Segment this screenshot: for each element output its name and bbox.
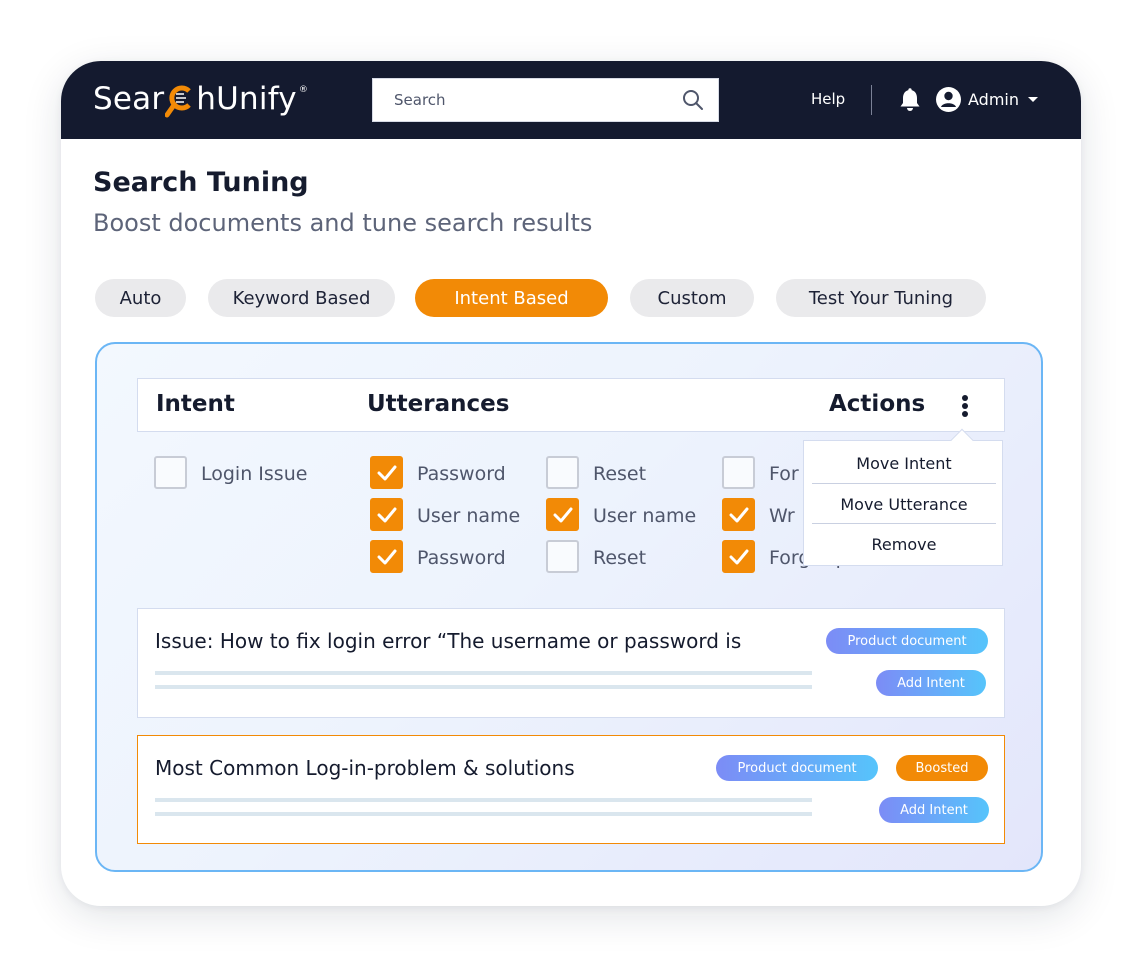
logo-text-start: Sear xyxy=(93,81,165,117)
user-menu[interactable]: Admin xyxy=(936,87,1038,112)
utterance-checkbox[interactable] xyxy=(370,456,403,489)
utterance-label: User name xyxy=(417,505,521,527)
checkmark-icon xyxy=(377,507,397,523)
utterance-label: Reset xyxy=(593,463,647,485)
more-actions-icon[interactable] xyxy=(958,393,972,419)
tag-product-document: Product document xyxy=(716,755,878,781)
text-placeholder-line xyxy=(155,798,812,802)
utterance-label: Wr xyxy=(769,505,795,527)
top-navigation-bar: Sear hUnify ® Search Help Admin xyxy=(61,61,1081,139)
actions-dropdown-menu: Move Intent Move Utterance Remove xyxy=(803,428,1003,566)
add-intent-button[interactable]: Add Intent xyxy=(879,797,989,823)
utterance-label: Reset xyxy=(593,547,647,569)
utterance-label: User name xyxy=(593,505,697,527)
add-intent-button[interactable]: Add Intent xyxy=(876,670,986,696)
utterance-checkbox[interactable] xyxy=(546,540,579,573)
checkmark-icon xyxy=(377,549,397,565)
tab-test-your-tuning[interactable]: Test Your Tuning xyxy=(776,279,986,317)
chevron-down-icon xyxy=(1028,97,1038,102)
checkmark-icon xyxy=(377,465,397,481)
utterance-label: Password xyxy=(417,547,506,569)
text-placeholder-line xyxy=(155,671,812,675)
user-name: Admin xyxy=(968,90,1019,109)
tag-product-document: Product document xyxy=(826,628,988,654)
result-title[interactable]: Issue: How to fix login error “The usern… xyxy=(155,629,741,653)
utterance-checkbox[interactable] xyxy=(370,498,403,531)
user-circle-icon xyxy=(936,87,961,112)
utterance-checkbox[interactable] xyxy=(370,540,403,573)
text-placeholder-line xyxy=(155,812,812,816)
menu-item-move-intent[interactable]: Move Intent xyxy=(812,443,996,483)
logo-text-end: hUnify xyxy=(196,81,297,117)
utterance-checkbox[interactable] xyxy=(722,498,755,531)
column-header-intent: Intent xyxy=(156,391,235,417)
page-title: Search Tuning xyxy=(93,167,309,198)
tab-auto[interactable]: Auto xyxy=(95,279,186,317)
checkmark-icon xyxy=(729,549,749,565)
intent-checkbox[interactable] xyxy=(154,456,187,489)
column-header-utterances: Utterances xyxy=(367,391,510,417)
menu-item-remove[interactable]: Remove xyxy=(812,524,996,564)
utterance-checkbox[interactable] xyxy=(722,540,755,573)
search-input[interactable]: Search xyxy=(372,78,719,122)
help-link[interactable]: Help xyxy=(811,90,845,108)
utterance-checkbox[interactable] xyxy=(546,498,579,531)
app-window: Sear hUnify ® Search Help Admin Search T… xyxy=(61,61,1081,906)
utterance-label: For xyxy=(769,463,799,485)
result-card[interactable]: Issue: How to fix login error “The usern… xyxy=(137,608,1005,718)
checkmark-icon xyxy=(729,507,749,523)
searchunify-logo[interactable]: Sear hUnify ® xyxy=(93,79,308,119)
boosted-badge: Boosted xyxy=(896,755,988,781)
page-subtitle: Boost documents and tune search results xyxy=(93,209,593,237)
tab-custom[interactable]: Custom xyxy=(630,279,754,317)
result-card-boosted[interactable]: Most Common Log-in-problem & solutions P… xyxy=(137,735,1005,844)
column-header-actions: Actions xyxy=(829,391,926,417)
header-divider xyxy=(871,85,872,115)
utterance-label: Password xyxy=(417,463,506,485)
menu-item-move-utterance[interactable]: Move Utterance xyxy=(812,484,996,524)
tab-intent-based[interactable]: Intent Based xyxy=(415,279,608,317)
utterance-checkbox[interactable] xyxy=(722,456,755,489)
utterance-checkbox[interactable] xyxy=(546,456,579,489)
search-icon[interactable] xyxy=(682,89,704,111)
search-placeholder: Search xyxy=(394,91,446,109)
checkmark-icon xyxy=(553,507,573,523)
magnifier-logo-icon xyxy=(164,79,195,119)
tab-keyword-based[interactable]: Keyword Based xyxy=(208,279,395,317)
intent-label: Login Issue xyxy=(201,463,308,485)
bell-icon[interactable] xyxy=(899,88,921,112)
intent-tuning-panel: Intent Utterances Actions Move Intent Mo… xyxy=(95,342,1043,872)
registered-mark: ® xyxy=(298,85,309,95)
table-header: Intent Utterances Actions xyxy=(137,378,1005,432)
text-placeholder-line xyxy=(155,685,812,689)
result-title[interactable]: Most Common Log-in-problem & solutions xyxy=(155,756,575,780)
